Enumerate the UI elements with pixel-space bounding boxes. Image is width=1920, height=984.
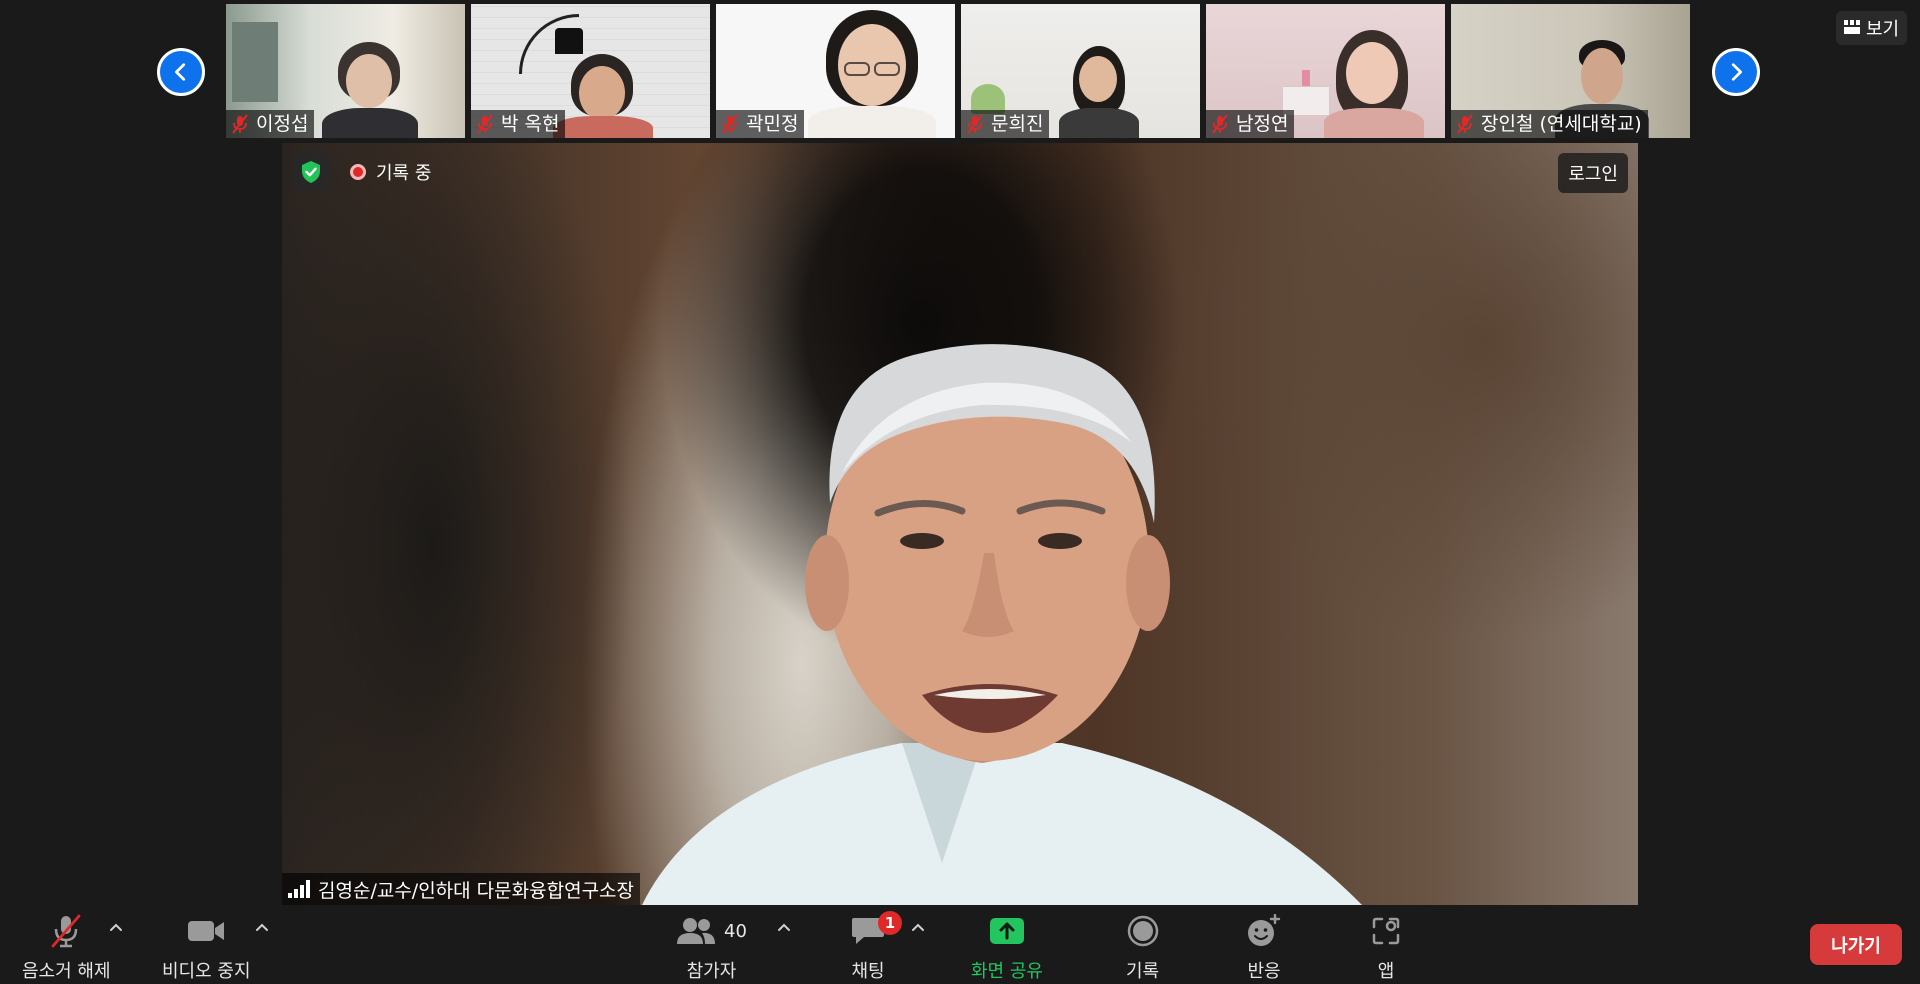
- next-page-button[interactable]: [1712, 48, 1760, 96]
- view-label: 보기: [1866, 19, 1900, 40]
- encryption-shield-button[interactable]: [292, 153, 330, 191]
- unmute-button[interactable]: 음소거 해제: [22, 911, 111, 983]
- participants-options-caret[interactable]: [776, 919, 796, 939]
- meeting-window: 보기 이정섭 박 옥현 곽민정 문희진 남정연 장인철 (연세대학교) 기록 중…: [0, 0, 1920, 984]
- participant-name: 문희진: [991, 113, 1044, 135]
- participant-tile[interactable]: 박 옥현: [471, 4, 710, 138]
- participant-tile[interactable]: 남정연: [1206, 4, 1445, 138]
- chevron-up-icon: [110, 923, 122, 931]
- participant-name: 이정섭: [256, 113, 309, 135]
- apps-button[interactable]: 앱: [1370, 911, 1402, 983]
- participant-thumbnail-strip: 이정섭 박 옥현 곽민정 문희진 남정연 장인철 (연세대학교): [226, 4, 1690, 138]
- toolbar-icon-wrap: [186, 911, 226, 951]
- toolbar-icon-wrap: [1246, 911, 1282, 951]
- toolbar-icon-wrap: [989, 911, 1025, 951]
- participant-count: 40: [724, 920, 747, 942]
- speaker-name: 김영순/교수/인하대 다문화융합연구소장: [318, 879, 635, 902]
- chat-label: 채팅: [851, 961, 885, 982]
- chevron-right-icon: [1731, 63, 1742, 81]
- participants-label: 참가자: [686, 961, 737, 982]
- participants-icon: [677, 918, 715, 944]
- muted-mic-icon: [1212, 114, 1228, 134]
- chevron-up-icon: [256, 923, 268, 931]
- recording-indicator: 기록 중: [350, 157, 431, 187]
- speaker-name-tag: 김영순/교수/인하대 다문화융합연구소장: [282, 873, 641, 905]
- chat-options-caret[interactable]: [910, 919, 930, 939]
- participant-name: 장인철 (연세대학교): [1481, 113, 1642, 135]
- reactions-label: 반응: [1247, 961, 1281, 982]
- muted-mic-icon: [232, 114, 248, 134]
- participant-name-tag: 이정섭: [226, 110, 315, 138]
- participant-name-tag: 박 옥현: [471, 110, 566, 138]
- video-options-caret[interactable]: [254, 919, 274, 939]
- reactions-button[interactable]: 반응: [1246, 911, 1282, 983]
- smiley-plus-icon: [1248, 914, 1281, 946]
- apps-icon: [1372, 917, 1400, 945]
- record-label: 기록: [1126, 961, 1160, 982]
- speaker-video-feed: [642, 344, 1362, 905]
- chevron-up-icon: [912, 923, 924, 931]
- signal-strength-icon: [288, 880, 310, 898]
- chat-unread-badge: 1: [878, 911, 902, 935]
- muted-mic-icon: [967, 114, 983, 134]
- leave-meeting-button[interactable]: 나가기: [1810, 924, 1902, 965]
- participant-tile[interactable]: 이정섭: [226, 4, 465, 138]
- share-screen-button[interactable]: 화면 공유: [971, 911, 1043, 983]
- participant-name: 박 옥현: [501, 113, 560, 135]
- participant-name-tag: 장인철 (연세대학교): [1451, 110, 1648, 138]
- previous-page-button[interactable]: [157, 48, 205, 96]
- view-button[interactable]: 보기: [1836, 11, 1908, 45]
- muted-mic-icon: [1457, 114, 1473, 134]
- participant-name: 곽민정: [746, 113, 799, 135]
- record-dot-icon: [350, 164, 366, 180]
- active-speaker-video: 기록 중 로그인 김영순/교수/인하대 다문화융합연구소장: [282, 143, 1638, 905]
- recording-label: 기록 중: [376, 163, 432, 184]
- unmute-label: 음소거 해제: [22, 961, 111, 982]
- apps-label: 앱: [1377, 961, 1395, 982]
- video-label: 비디오 중지: [162, 961, 251, 982]
- participant-name-tag: 문희진: [961, 110, 1050, 138]
- toolbar-icon-wrap: 1: [850, 911, 902, 951]
- mic-off-icon: [51, 914, 81, 948]
- chevron-up-icon: [778, 923, 790, 931]
- shield-check-icon: [302, 161, 320, 183]
- toolbar-icon-wrap: [1127, 911, 1159, 951]
- login-button[interactable]: 로그인: [1558, 153, 1628, 193]
- chevron-left-icon: [175, 63, 186, 81]
- muted-mic-icon: [477, 114, 493, 134]
- participant-tile[interactable]: 곽민정: [716, 4, 955, 138]
- share-label: 화면 공유: [971, 961, 1043, 982]
- record-icon: [1127, 915, 1158, 947]
- chat-button[interactable]: 1 채팅: [850, 911, 902, 983]
- participant-name: 남정연: [1236, 113, 1289, 135]
- toolbar-icon-wrap: [1370, 911, 1402, 951]
- muted-mic-icon: [722, 114, 738, 134]
- audio-options-caret[interactable]: [108, 919, 128, 939]
- stop-video-button[interactable]: 비디오 중지: [162, 911, 251, 983]
- toolbar-icon-wrap: [48, 911, 84, 951]
- participant-name-tag: 남정연: [1206, 110, 1295, 138]
- participant-tile[interactable]: 장인철 (연세대학교): [1451, 4, 1690, 138]
- participant-tile[interactable]: 문희진: [961, 4, 1200, 138]
- toolbar-icon-wrap: 40: [676, 911, 747, 951]
- video-camera-icon: [188, 921, 225, 941]
- participant-name-tag: 곽민정: [716, 110, 805, 138]
- share-screen-icon: [989, 918, 1024, 944]
- record-button[interactable]: 기록: [1126, 911, 1159, 983]
- grid-icon: [1844, 18, 1860, 39]
- meeting-toolbar: 음소거 해제 비디오 중지 40 참가자 1 채팅 화면 공유 기록 반응 앱 …: [0, 905, 1920, 984]
- participants-button[interactable]: 40 참가자: [676, 911, 747, 983]
